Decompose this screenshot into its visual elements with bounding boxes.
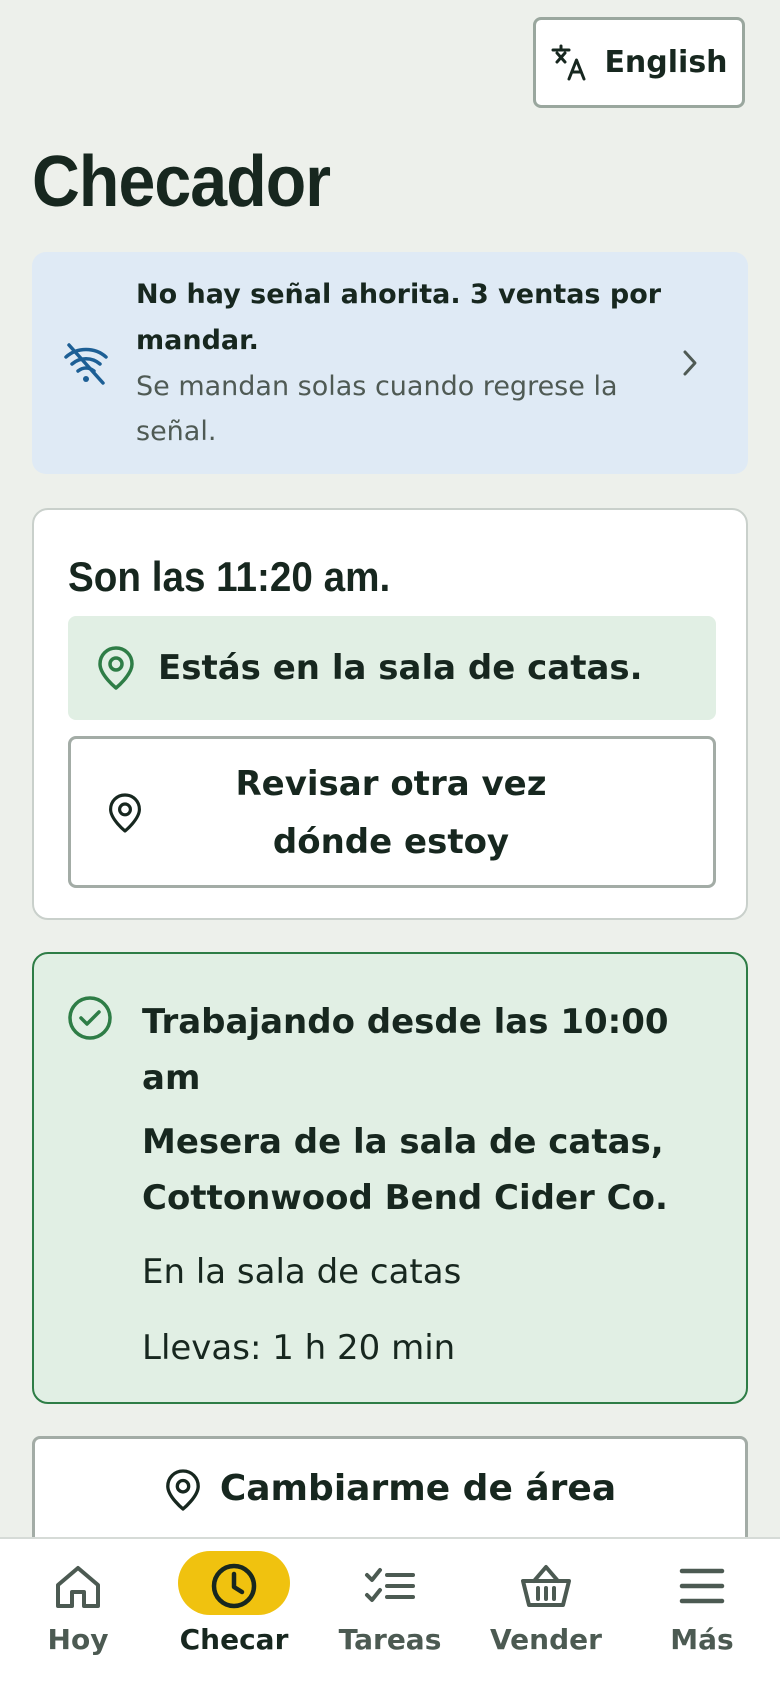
location-pin-icon: [165, 1469, 200, 1511]
time-card: Son las 11:20 am. Estás en la sala de ca…: [32, 508, 748, 920]
home-icon: [56, 1566, 100, 1608]
location-status: Estás en la sala de catas.: [68, 616, 716, 720]
nav-item-checar[interactable]: Checar: [156, 1549, 312, 1679]
main-scroll-area[interactable]: English Checador No hay señal ahorita. 3…: [0, 0, 780, 1537]
offline-banner[interactable]: No hay señal ahorita. 3 ventas por manda…: [32, 252, 748, 474]
nav-item-tareas[interactable]: Tareas: [312, 1549, 468, 1679]
offline-banner-subtitle: Se mandan solas cuando regrese la señal.: [136, 371, 618, 447]
recheck-location-button[interactable]: Revisar otra vez dónde estoy: [68, 736, 716, 888]
offline-banner-title: No hay señal ahorita. 3 ventas por manda…: [136, 279, 662, 356]
working-status-card: Trabajando desde las 10:00 am Mesera de …: [32, 952, 748, 1404]
nav-label: Más: [670, 1623, 734, 1656]
location-pin-icon: [109, 793, 141, 833]
nav-label: Checar: [179, 1623, 289, 1656]
menu-icon: [679, 1568, 725, 1604]
translate-icon: [551, 44, 586, 80]
location-status-label: Estás en la sala de catas.: [158, 648, 643, 688]
current-time-text: Son las 11:20 am.: [68, 553, 391, 600]
check-circle-icon: [68, 996, 112, 1040]
change-area-label: Cambiarme de área: [219, 1468, 617, 1509]
working-since-text: Trabajando desde las 10:00 am: [142, 1002, 669, 1098]
clock-icon: [211, 1563, 257, 1609]
language-button-label: English: [604, 45, 728, 80]
location-pin-icon: [98, 646, 134, 690]
chevron-right-icon: [683, 350, 697, 376]
elapsed-time-text: Llevas: 1 h 20 min: [142, 1328, 456, 1368]
nav-item-hoy[interactable]: Hoy: [0, 1549, 156, 1679]
language-button[interactable]: English: [533, 17, 745, 108]
bottom-navigation: Hoy Checar Tareas Vender Más: [0, 1537, 780, 1688]
wifi-off-icon: [64, 343, 108, 385]
page-title: Checador: [32, 142, 331, 222]
change-area-button[interactable]: Cambiarme de área: [32, 1436, 748, 1537]
nav-label: Vender: [490, 1623, 602, 1656]
checklist-icon: [365, 1568, 415, 1602]
nav-label: Hoy: [47, 1623, 109, 1656]
nav-item-vender[interactable]: Vender: [468, 1549, 624, 1679]
nav-label: Tareas: [338, 1623, 442, 1656]
nav-item-mas[interactable]: Más: [624, 1549, 780, 1679]
recheck-location-label: Revisar otra vez dónde estoy: [235, 764, 547, 862]
working-role-text: Mesera de la sala de catas, Cottonwood B…: [142, 1122, 668, 1218]
basket-icon: [521, 1565, 571, 1607]
working-area-text: En la sala de catas: [142, 1252, 462, 1292]
